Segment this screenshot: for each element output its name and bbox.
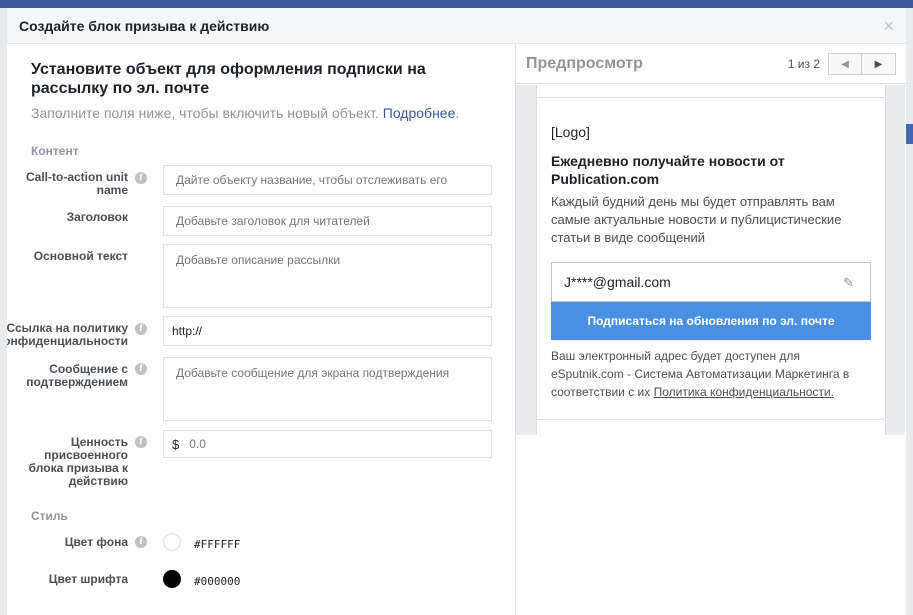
privacy-policy-link[interactable]: Политика конфиденциальности.: [654, 385, 834, 399]
close-icon[interactable]: ×: [883, 17, 894, 35]
preview-title: Предпросмотр: [526, 54, 643, 72]
preview-legal-text: Ваш электронный адрес будет доступен для…: [551, 347, 871, 401]
modal-title: Создайте блок призыва к действию: [19, 17, 270, 34]
intro-subtitle-suffix: .: [455, 105, 460, 121]
intro-subtitle-text: Заполните поля ниже, чтобы включить новы…: [31, 105, 379, 121]
preview-headline: Ежедневно получайте новости от Publicati…: [551, 153, 785, 187]
chevron-right-icon: ▶: [874, 58, 883, 70]
headline-label: Заголовок: [66, 210, 128, 224]
preview-area: [Logo] Ежедневно получайте новости от Pu…: [516, 85, 905, 435]
background-topbar: [0, 0, 913, 8]
cta-modal: Создайте блок призыва к действию × Устан…: [7, 8, 906, 615]
pager-count: 1 из 2: [787, 57, 820, 71]
intro-title: Установите объект для оформления подписк…: [31, 61, 426, 97]
form-pane: Установите объект для оформления подписк…: [7, 44, 516, 615]
preview-email-value: J****@gmail.com: [564, 274, 671, 290]
cta-value-input[interactable]: [189, 437, 470, 451]
font-color-label: Цвет шрифта: [48, 572, 128, 586]
info-icon[interactable]: i: [135, 363, 147, 375]
prev-page-button[interactable]: ◀: [828, 53, 862, 75]
privacy-link-label: Ссылка на политику конфиденциальности: [7, 321, 128, 348]
learn-more-link[interactable]: Подробнее: [383, 105, 456, 121]
bg-color-label: Цвет фона: [64, 535, 128, 549]
intro: Установите объект для оформления подписк…: [7, 44, 515, 122]
cta-value-field[interactable]: $: [163, 430, 492, 458]
info-icon[interactable]: i: [135, 323, 147, 335]
currency-symbol: $: [172, 436, 180, 452]
background-blue-button: [906, 124, 913, 144]
privacy-url-input[interactable]: [163, 316, 492, 346]
info-icon[interactable]: i: [135, 172, 147, 184]
font-color-swatch[interactable]: [163, 570, 181, 588]
modal-body: Установите объект для оформления подписк…: [7, 44, 906, 615]
preview-email-field[interactable]: J****@gmail.com ✎: [551, 262, 871, 302]
next-page-button[interactable]: ▶: [862, 53, 896, 75]
body-text-textarea[interactable]: [163, 244, 492, 308]
confirmation-textarea[interactable]: [163, 357, 492, 421]
background-right-strip: [906, 8, 913, 615]
body-text-label: Основной текст: [33, 249, 128, 263]
confirmation-label: Сообщение с подтверждением: [26, 362, 128, 389]
intro-subtitle: Заполните поля ниже, чтобы включить новы…: [31, 104, 491, 122]
cta-name-label: Call-to-action unit name: [26, 170, 128, 197]
bg-color-value: #FFFFFF: [194, 538, 241, 551]
info-icon[interactable]: i: [135, 536, 147, 548]
bg-color-swatch[interactable]: [163, 533, 181, 551]
font-color-value: #000000: [194, 575, 241, 588]
subscribe-button[interactable]: Подписаться на обновления по эл. почте: [551, 302, 871, 340]
card-content: [Logo] Ежедневно получайте новости от Pu…: [537, 124, 885, 401]
logo-placeholder: [Logo]: [551, 124, 590, 140]
card-bottom-divider: [537, 419, 885, 435]
cta-value-label: Ценность присвоенного блока призыва к де…: [28, 435, 128, 488]
section-content-label: Контент: [31, 144, 79, 158]
preview-card: [Logo] Ежедневно получайте новости от Pu…: [536, 85, 886, 435]
chevron-left-icon: ◀: [841, 58, 849, 70]
pencil-icon[interactable]: ✎: [843, 275, 857, 290]
info-icon[interactable]: i: [135, 436, 147, 448]
headline-input[interactable]: [163, 206, 492, 236]
modal-header: Создайте блок призыва к действию ×: [7, 8, 906, 44]
preview-description: Каждый будний день мы будет отправлять в…: [551, 194, 842, 245]
card-top-divider: [537, 85, 885, 98]
preview-header: Предпросмотр 1 из 2 ◀ ▶: [516, 44, 906, 84]
section-style-label: Стиль: [31, 509, 68, 523]
pager-buttons: ◀ ▶: [828, 53, 896, 75]
preview-pane: Предпросмотр 1 из 2 ◀ ▶ [Logo] Ежедневно…: [516, 44, 906, 615]
cta-name-input[interactable]: [163, 165, 492, 195]
